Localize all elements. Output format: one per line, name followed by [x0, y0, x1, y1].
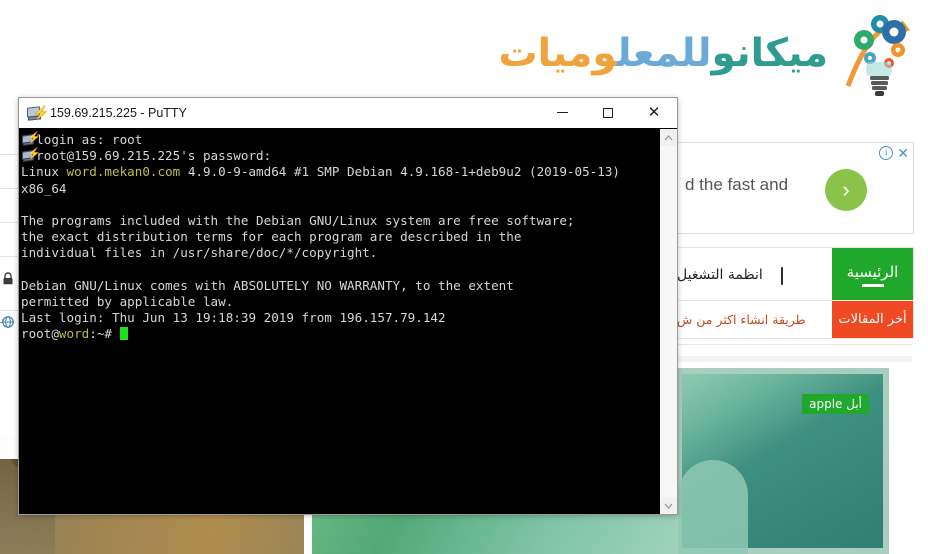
terminal-line: individual files in /usr/share/doc/*/cop…: [21, 245, 659, 261]
ad-controls: i ✕: [879, 146, 909, 160]
scroll-down-icon[interactable]: [660, 497, 677, 514]
latest-articles-row: أخر المقالات طريقة انشاء اكثر من ش: [676, 300, 914, 339]
terminal-hostname: word: [58, 326, 90, 342]
site-logo-text: ميكانوللمعلوميات: [498, 30, 829, 76]
article-card-apple[interactable]: أبل apple: [676, 368, 889, 554]
nav-item-operating-systems[interactable]: انظمة التشغيل: [677, 248, 832, 301]
nav-item-home[interactable]: الرئيسية: [832, 248, 913, 301]
site-logo[interactable]: ميكانوللمعلوميات: [498, 8, 912, 98]
terminal-text: :~#: [89, 326, 120, 342]
putty-title-bar[interactable]: ⚡ 159.69.215.225 - PuTTY ✕: [19, 98, 677, 128]
adchoices-info-icon[interactable]: i: [879, 146, 894, 160]
logo-text-right: ميكانو: [711, 30, 829, 76]
terminal-text: root@: [21, 326, 59, 342]
ad-close-icon[interactable]: ✕: [897, 146, 909, 160]
content-spacer: [676, 356, 912, 362]
lock-icon: [2, 272, 14, 287]
putty-window-title: 159.69.215.225 - PuTTY: [50, 105, 187, 120]
terminal-line: The programs included with the Debian GN…: [21, 213, 659, 229]
putty-computer-bolt-icon: ⚡: [27, 105, 49, 121]
terminal-text: x86_64: [21, 180, 67, 196]
nav-os-label: انظمة التشغيل: [677, 266, 763, 283]
terminal-line: x86_64: [21, 181, 659, 197]
logo-text-mid: للمعل: [616, 30, 713, 76]
terminal-line: permitted by applicable law.: [21, 294, 659, 310]
nav-divider: [676, 344, 912, 345]
article-teaser-link[interactable]: طريقة انشاء اكثر من ش: [677, 301, 832, 338]
logo-text-left: وميات: [498, 30, 617, 76]
terminal-line: root@159.69.215.225's password:: [21, 148, 659, 164]
terminal-text: individual files in /usr/share/doc/*/cop…: [21, 245, 378, 261]
monitor-icon: [768, 267, 783, 285]
terminal-text: root@159.69.215.225's password:: [21, 148, 272, 164]
latest-articles-label-box[interactable]: أخر المقالات: [832, 301, 913, 338]
article-teaser-text: طريقة انشاء اكثر من ش: [677, 312, 806, 327]
scrollbar-track[interactable]: [660, 146, 677, 497]
minimize-button[interactable]: [539, 98, 585, 127]
scroll-up-icon[interactable]: [660, 129, 677, 146]
terminal-text: The programs included with the Debian GN…: [21, 213, 575, 229]
arrow-glyph-icon: ↵: [0, 317, 6, 329]
putty-window[interactable]: ⚡ 159.69.215.225 - PuTTY ✕ login as: roo…: [18, 97, 678, 515]
terminal-line: Debian GNU/Linux comes with ABSOLUTELY N…: [21, 278, 659, 294]
advertisement-banner[interactable]: i ✕ d the fast and ›: [676, 142, 914, 234]
terminal-text: permitted by applicable law.: [21, 294, 234, 310]
terminal-line: login as: root: [21, 132, 659, 148]
terminal-cursor: [119, 327, 128, 341]
screenshot-root: ميكانوللمعلوميات ↵ i ✕ d the fast and ›: [0, 0, 928, 554]
latest-articles-label: أخر المقالات: [838, 312, 907, 327]
maximize-button[interactable]: [585, 98, 631, 127]
nav-active-underline: [861, 283, 884, 287]
close-button[interactable]: ✕: [631, 98, 677, 127]
terminal-line: Last login: Thu Jun 13 19:18:39 2019 fro…: [21, 310, 659, 326]
terminal-text: the exact distribution terms for each pr…: [21, 229, 522, 245]
ad-cta-chevron-right-icon[interactable]: ›: [825, 169, 867, 211]
terminal-text: login as: root: [21, 132, 143, 147]
terminal-text: Debian GNU/Linux comes with ABSOLUTELY N…: [21, 277, 514, 293]
terminal-line: Linux word.mekan0.com 4.9.0-9-amd64 #1 S…: [21, 164, 659, 180]
terminal-scrollbar[interactable]: [659, 129, 677, 514]
terminal-text: 4.9.0-9-amd64 #1 SMP Debian 4.9.168-1+de…: [180, 164, 620, 180]
terminal-hostname: word.mekan0.com: [66, 164, 181, 180]
terminal-text: Last login: Thu Jun 13 19:18:39 2019 fro…: [21, 310, 446, 326]
ad-headline: d the fast and: [685, 175, 789, 194]
primary-nav: الرئيسية انظمة التشغيل: [676, 247, 914, 301]
category-badge-apple[interactable]: أبل apple: [802, 394, 869, 414]
nav-home-label: الرئيسية: [846, 262, 899, 281]
terminal-line: root@word:~#: [21, 326, 659, 342]
lightbulb-gears-icon: [834, 8, 912, 98]
card-decoration: [678, 460, 748, 554]
terminal-line: the exact distribution terms for each pr…: [21, 229, 659, 245]
terminal-text: Linux: [21, 164, 67, 180]
left-page-strip: [0, 96, 20, 346]
terminal-output[interactable]: login as: root root@159.69.215.225's pas…: [19, 129, 659, 514]
window-controls: ✕: [539, 98, 677, 127]
terminal-area[interactable]: login as: root root@159.69.215.225's pas…: [19, 128, 677, 514]
